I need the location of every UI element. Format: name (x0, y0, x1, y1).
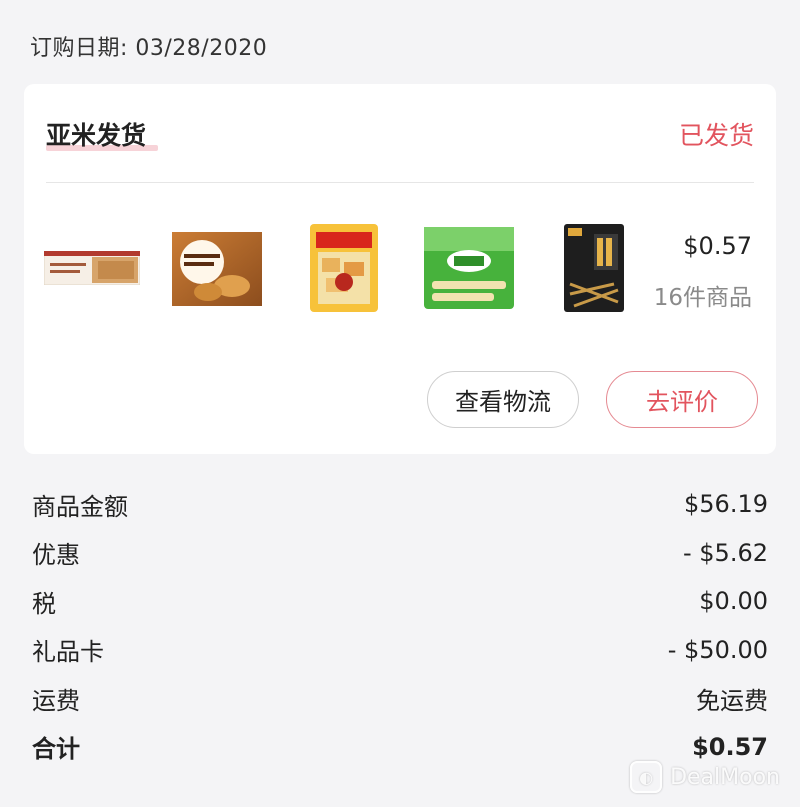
lipo-cookies-product-image[interactable] (424, 227, 514, 309)
view-logistics-button[interactable]: 查看物流 (427, 371, 579, 428)
dealmoon-watermark: ◐ DealMoon (630, 761, 780, 793)
summary-row-gift-card: 礼品卡 - $50.00 (32, 626, 768, 675)
summary-label: 优惠 (32, 541, 80, 570)
write-review-button[interactable]: 去评价 (606, 371, 758, 428)
summary-label: 运费 (32, 686, 80, 715)
summary-value: - $5.62 (683, 538, 768, 567)
summary-label: 税 (32, 589, 56, 618)
order-price: $0.57 (683, 232, 752, 260)
summary-row-subtotal: 商品金额 $56.19 (32, 480, 768, 529)
card-header: 亚米发货 已发货 (46, 84, 754, 183)
summary-value: 免运费 (696, 686, 768, 715)
item-count: 16件商品 (653, 285, 752, 311)
summary-label: 礼品卡 (32, 638, 104, 667)
total-value: $0.57 (692, 732, 768, 761)
summary-value: $0.00 (699, 587, 768, 616)
order-summary: 商品金额 $56.19 优惠 - $5.62 税 $0.00 礼品卡 - $50… (32, 480, 768, 771)
summary-row-discount: 优惠 - $5.62 (32, 529, 768, 578)
order-date: 订购日期: 03/28/2020 (30, 36, 268, 61)
sultana-biscuits-product-image[interactable] (44, 251, 140, 285)
summary-value: - $50.00 (667, 635, 768, 664)
summary-row-tax: 税 $0.00 (32, 577, 768, 626)
watermark-text: DealMoon (670, 764, 780, 790)
shipping-status: 已发货 (678, 121, 754, 150)
order-card[interactable]: 亚米发货 已发货 $0.57 16件商品 查看物流 去评价 (24, 84, 776, 454)
chestnut-rice-cake-cookie-product-image[interactable] (172, 232, 262, 306)
total-label: 合计 (32, 735, 80, 764)
summary-value: $56.19 (684, 490, 768, 519)
seller-name: 亚米发货 (46, 121, 147, 150)
summary-label: 商品金额 (32, 492, 128, 521)
summary-row-shipping: 运费 免运费 (32, 674, 768, 723)
dealmoon-logo-icon: ◐ (630, 761, 663, 793)
spicy-snack-bag-product-image[interactable] (564, 224, 624, 312)
snack-bag-product-image[interactable] (308, 222, 380, 314)
